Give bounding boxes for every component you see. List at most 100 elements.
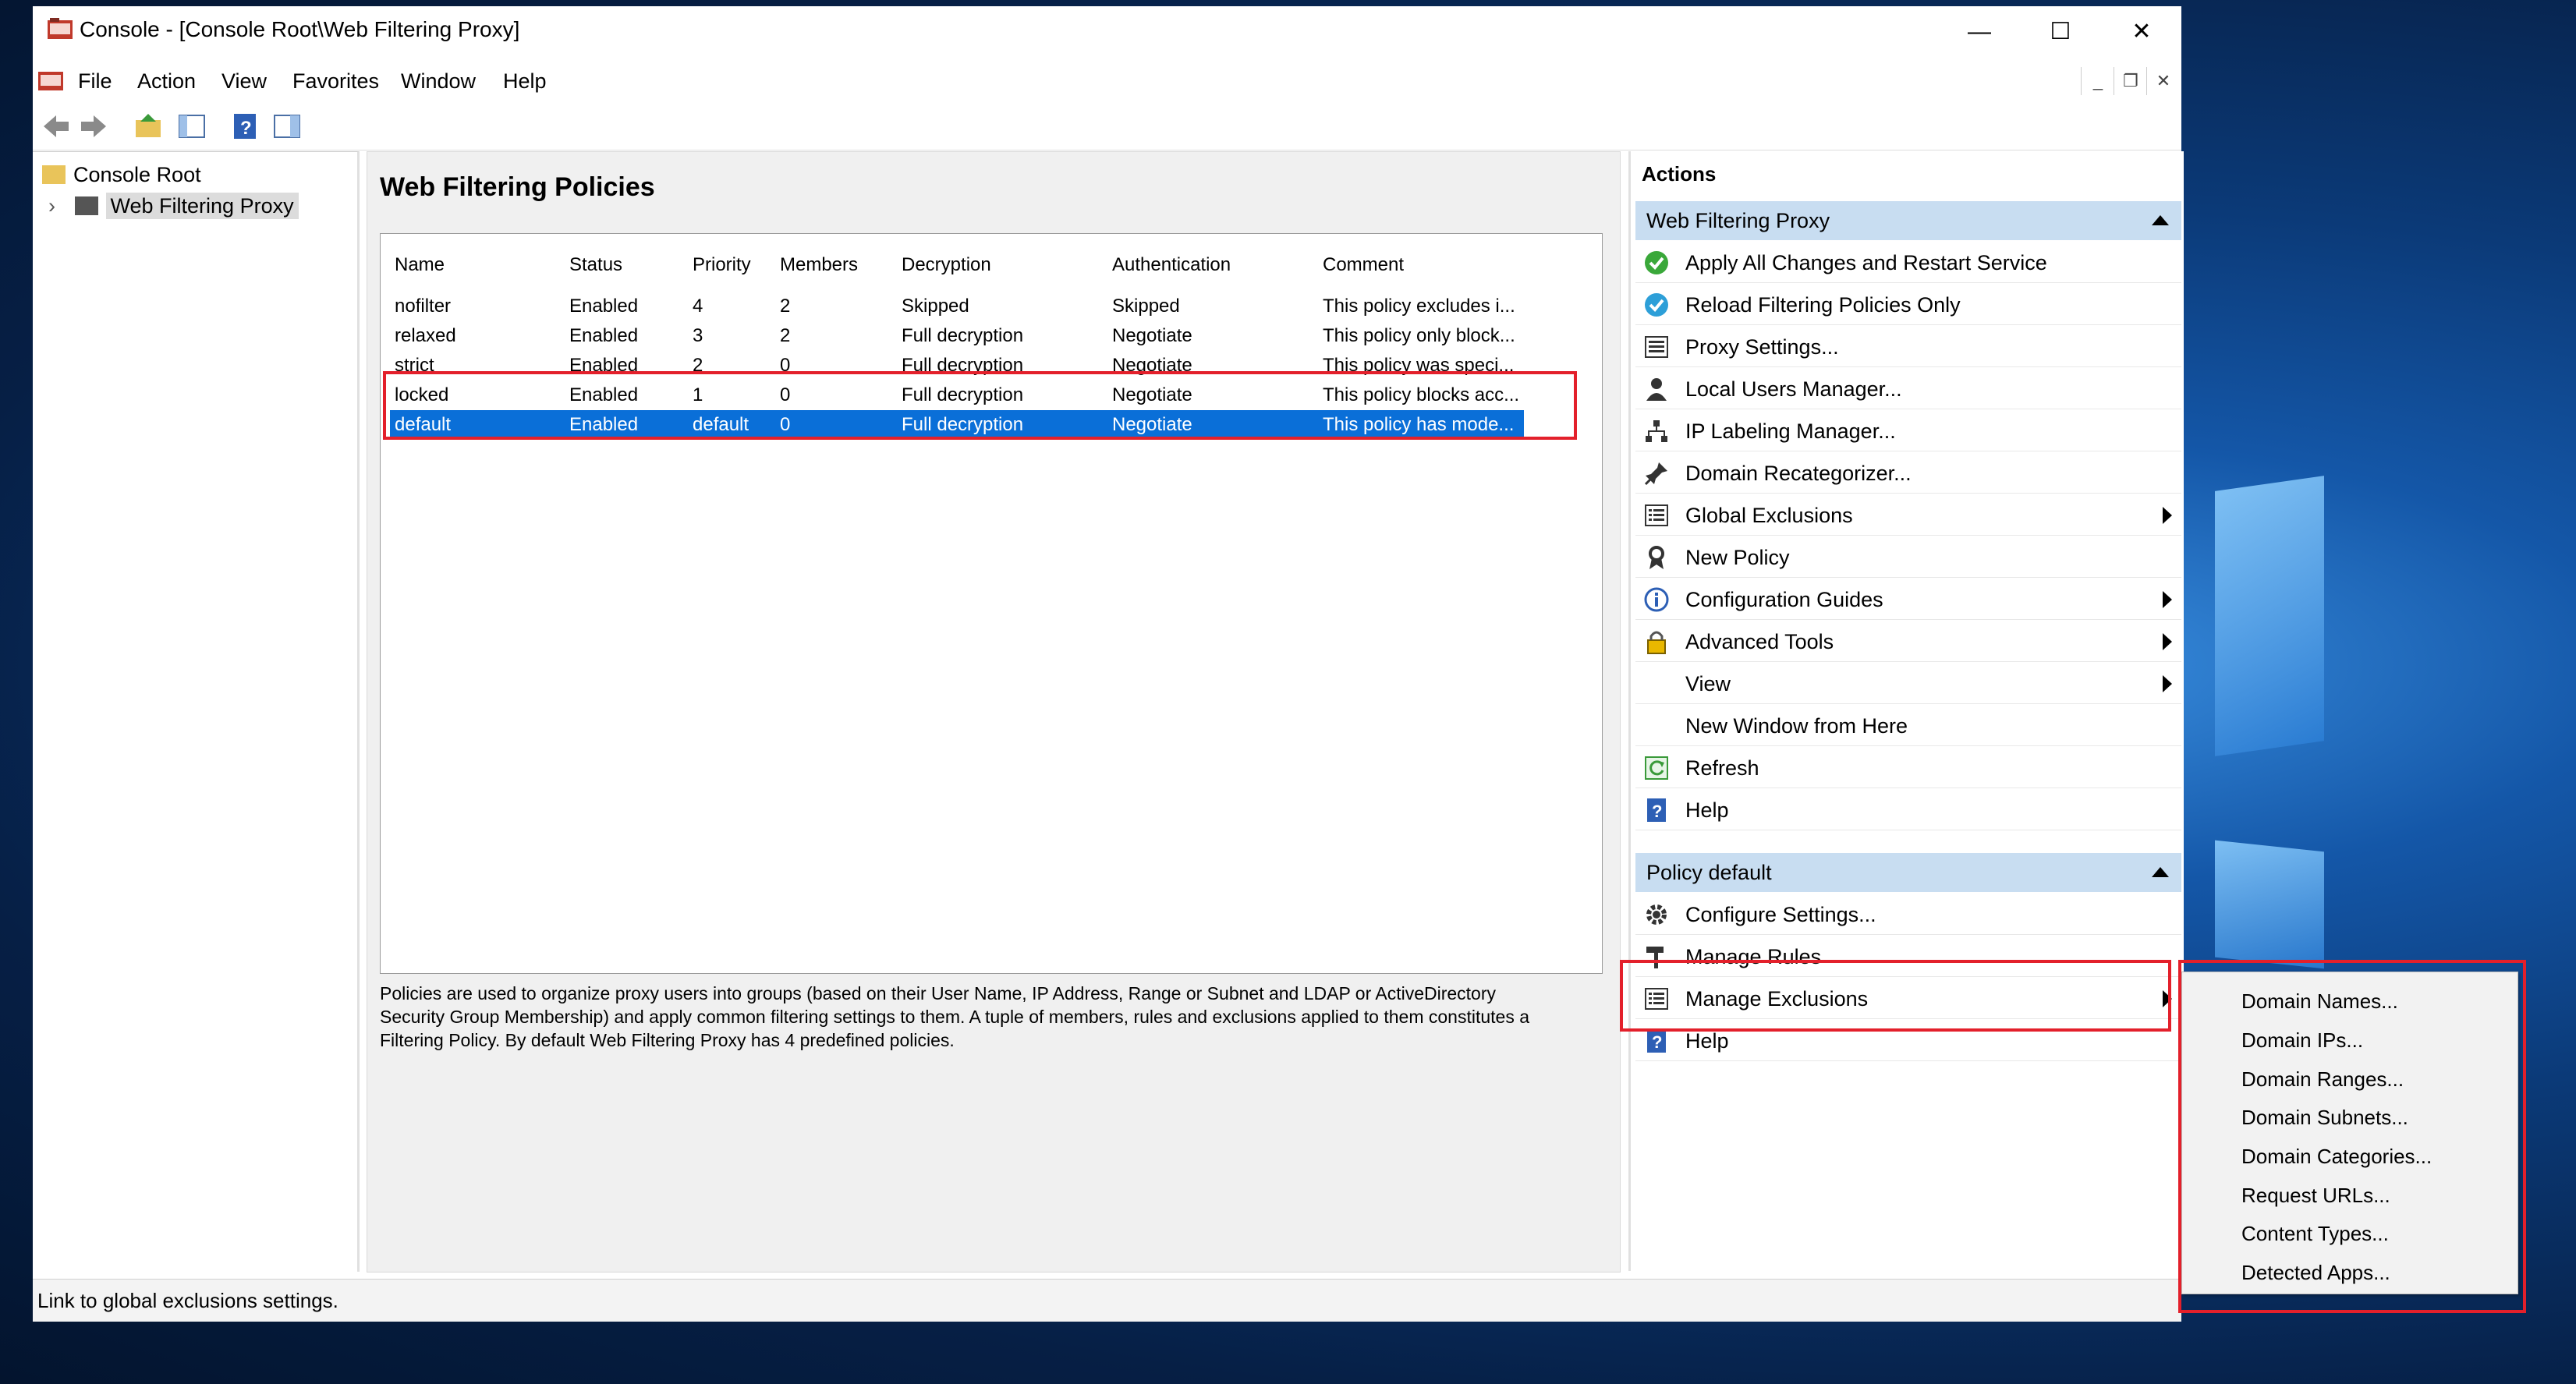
action-proxy-settings[interactable]: Proxy Settings...: [1635, 326, 2181, 367]
column-header-decryption[interactable]: Decryption: [902, 254, 991, 276]
table-row[interactable]: nofilter Enabled 4 2 Skipped Skipped Thi…: [390, 292, 1524, 320]
action-label: Refresh: [1685, 756, 1759, 780]
collapse-arrow-icon[interactable]: [2152, 867, 2169, 877]
policies-list[interactable]: Name Status Priority Members Decryption …: [380, 233, 1603, 974]
cell-comment: This policy excludes i...: [1323, 296, 1515, 317]
server-icon: [74, 196, 98, 215]
action-new-window-from-here[interactable]: New Window from Here: [1635, 705, 2181, 746]
list-icon: [1643, 502, 1670, 529]
gear-icon: [1643, 901, 1670, 928]
show-hide-tree-icon[interactable]: [176, 111, 207, 142]
wallpaper-pane: [2215, 840, 2324, 969]
refresh-icon: [1643, 755, 1670, 781]
mdi-minimize-button[interactable]: _: [2081, 67, 2114, 95]
cell-members: 2: [780, 296, 791, 317]
cell-decryption: Skipped: [902, 296, 969, 317]
actions-title: Actions: [1642, 162, 1717, 186]
menu-action[interactable]: Action: [137, 69, 196, 94]
svg-text:?: ?: [240, 118, 252, 139]
action-configuration-guides[interactable]: Configuration Guides: [1635, 579, 2181, 620]
mdi-close-button[interactable]: ✕: [2146, 67, 2180, 95]
section-header-web-filtering-proxy[interactable]: Web Filtering Proxy: [1635, 201, 2181, 240]
highlight-box-default-row: [383, 371, 1577, 440]
action-help[interactable]: ? Help: [1635, 789, 2181, 830]
column-header-members[interactable]: Members: [780, 254, 858, 276]
action-reload-filtering-policies[interactable]: Reload Filtering Policies Only: [1635, 284, 2181, 325]
action-global-exclusions[interactable]: Global Exclusions: [1635, 494, 2181, 536]
page-title: Web Filtering Policies: [380, 172, 655, 202]
menu-help[interactable]: Help: [503, 69, 547, 94]
menu-window[interactable]: Window: [401, 69, 476, 94]
tree-node-label: Web Filtering Proxy: [105, 193, 299, 219]
pin-icon: [1643, 460, 1670, 487]
help-icon: ?: [1643, 1028, 1670, 1054]
action-advanced-tools[interactable]: Advanced Tools: [1635, 621, 2181, 662]
show-hide-action-pane-icon[interactable]: [271, 111, 303, 142]
folder-icon: [42, 165, 66, 184]
cell-priority: 4: [693, 296, 703, 317]
action-apply-all-changes[interactable]: Apply All Changes and Restart Service: [1635, 242, 2181, 283]
action-configure-settings[interactable]: Configure Settings...: [1635, 894, 2181, 935]
column-header-name[interactable]: Name: [395, 254, 445, 276]
lock-icon: [1643, 628, 1670, 655]
tree-node-console-root[interactable]: Console Root: [42, 163, 201, 187]
help-icon[interactable]: ?: [229, 111, 260, 142]
description-line: Policies are used to organize proxy user…: [380, 983, 1497, 1003]
submenu-arrow-icon: [2163, 633, 2172, 650]
column-header-status[interactable]: Status: [569, 254, 622, 276]
collapse-arrow-icon[interactable]: [2152, 215, 2169, 225]
wallpaper-pane: [2215, 476, 2324, 756]
menu-favorites[interactable]: Favorites: [292, 69, 379, 94]
table-row[interactable]: relaxed Enabled 3 2 Full decryption Nego…: [390, 321, 1524, 349]
section-title: Web Filtering Proxy: [1646, 209, 1830, 232]
cell-status: Enabled: [569, 325, 639, 346]
toolbar: ?: [33, 103, 2181, 150]
cell-members: 2: [780, 325, 791, 346]
action-label: Global Exclusions: [1685, 504, 1853, 527]
cell-status: Enabled: [569, 296, 639, 317]
action-view[interactable]: View: [1635, 663, 2181, 704]
submenu-arrow-icon: [2163, 675, 2172, 692]
chevron-right-icon[interactable]: ›: [48, 194, 62, 218]
cell-authentication: Negotiate: [1112, 325, 1192, 346]
column-header-authentication[interactable]: Authentication: [1112, 254, 1231, 276]
action-new-policy[interactable]: New Policy: [1635, 536, 2181, 578]
title-bar[interactable]: Console - [Console Root\Web Filtering Pr…: [33, 6, 2181, 58]
cell-comment: This policy only block...: [1323, 325, 1515, 346]
forward-arrow-icon[interactable]: [78, 111, 109, 142]
description-line: Filtering Policy. By default Web Filteri…: [380, 1030, 955, 1050]
window-title: Console - [Console Root\Web Filtering Pr…: [80, 17, 520, 41]
info-icon: [1643, 586, 1670, 613]
submenu-arrow-icon: [2163, 591, 2172, 608]
action-ip-labeling-manager[interactable]: IP Labeling Manager...: [1635, 410, 2181, 451]
user-icon: [1643, 376, 1670, 402]
svg-text:?: ?: [1652, 1032, 1662, 1052]
action-label: New Policy: [1685, 546, 1790, 569]
maximize-button[interactable]: ☐: [2020, 6, 2101, 58]
highlight-box-manage-exclusions: [1620, 960, 2171, 1032]
back-arrow-icon[interactable]: [41, 111, 72, 142]
tree-node-label: Console Root: [73, 163, 201, 186]
column-header-priority[interactable]: Priority: [693, 254, 751, 276]
menu-file[interactable]: File: [78, 69, 112, 94]
action-label: View: [1685, 672, 1731, 696]
minimize-button[interactable]: —: [1939, 6, 2020, 58]
up-folder-icon[interactable]: [133, 111, 164, 142]
console-menu-icon[interactable]: [37, 69, 64, 92]
highlight-box-submenu: [2178, 960, 2526, 1313]
results-pane: Web Filtering Policies Name Status Prior…: [367, 151, 1621, 1273]
close-button[interactable]: ✕: [2101, 6, 2182, 58]
action-label: Local Users Manager...: [1685, 377, 1902, 401]
description-line: Security Group Membership) and apply com…: [380, 1007, 1530, 1027]
action-refresh[interactable]: Refresh: [1635, 747, 2181, 788]
menu-view[interactable]: View: [221, 69, 267, 94]
section-header-policy-default[interactable]: Policy default: [1635, 853, 2181, 892]
column-header-comment[interactable]: Comment: [1323, 254, 1404, 276]
submenu-arrow-icon: [2163, 507, 2172, 524]
tree-node-web-filtering-proxy[interactable]: › Web Filtering Proxy: [48, 193, 299, 219]
action-label: Help: [1685, 798, 1729, 822]
mdi-restore-button[interactable]: ❐: [2114, 67, 2147, 95]
policies-description: Policies are used to organize proxy user…: [380, 982, 1596, 1052]
action-local-users-manager[interactable]: Local Users Manager...: [1635, 368, 2181, 409]
action-domain-recategorizer[interactable]: Domain Recategorizer...: [1635, 452, 2181, 494]
